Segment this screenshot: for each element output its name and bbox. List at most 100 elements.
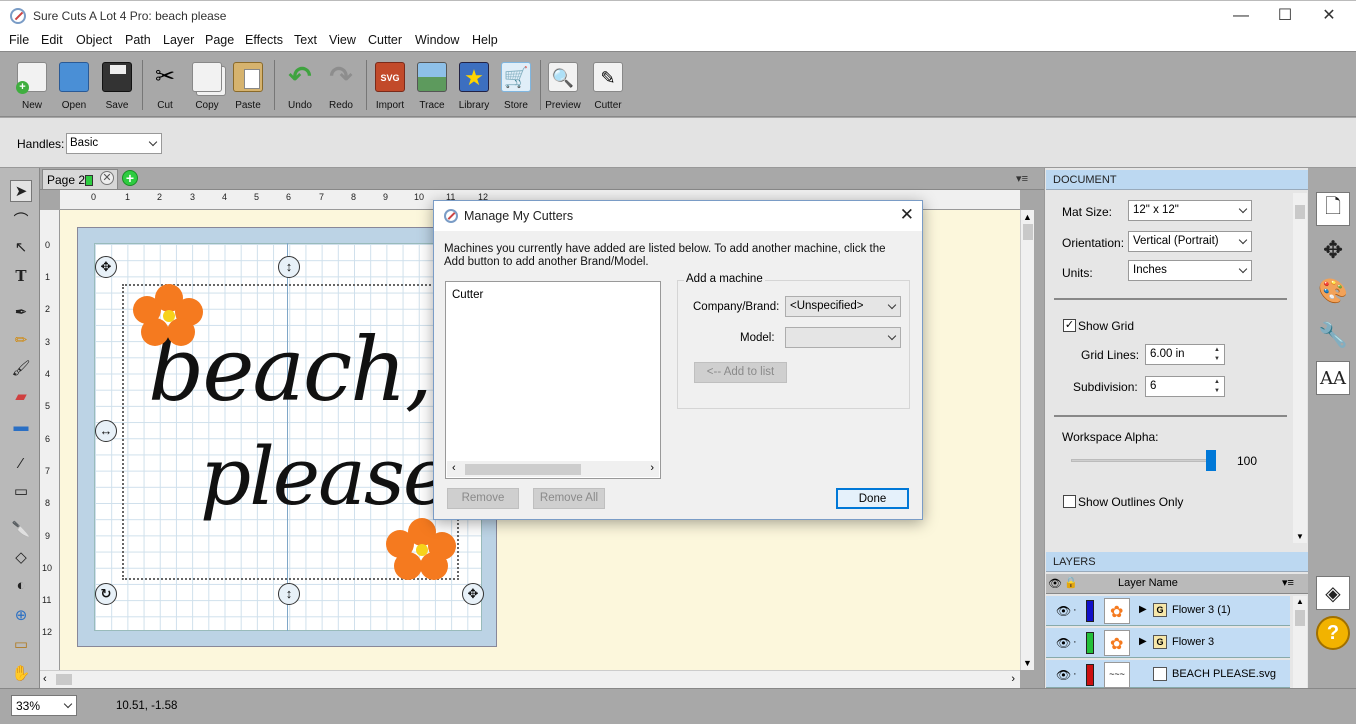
canvas-vertical-scrollbar[interactable]: ▲ ▼ [1020, 210, 1034, 670]
done-button[interactable]: Done [836, 488, 909, 509]
resize-vertical-handle-icon[interactable]: ↕ [278, 583, 300, 605]
lasso-tool-icon[interactable]: ⌒ [10, 208, 32, 230]
flower-artwork[interactable] [386, 518, 458, 580]
menu-path[interactable]: Path [125, 33, 151, 47]
company-brand-select[interactable]: <Unspecified> [785, 296, 901, 317]
list-horizontal-scrollbar[interactable]: ‹ › [447, 461, 659, 477]
alpha-slider-thumb[interactable] [1206, 450, 1216, 471]
eraser-tool-icon[interactable]: ▰ [10, 385, 32, 407]
open-button[interactable]: Open [52, 60, 96, 116]
spin-up-icon[interactable]: ▲ [1211, 378, 1223, 387]
show-grid-checkbox[interactable]: ✓ [1063, 319, 1076, 332]
menu-object[interactable]: Object [76, 33, 112, 47]
zoom-select[interactable]: 33% [11, 695, 77, 716]
library-button[interactable]: ★ Library [452, 60, 496, 116]
visibility-eye-icon[interactable]: 👁 [1056, 668, 1071, 682]
store-button[interactable]: 🛒 Store [494, 60, 538, 116]
close-button[interactable]: ✕ [1306, 1, 1352, 31]
scroll-down-icon[interactable]: ▼ [1023, 658, 1032, 668]
scale-handle-icon[interactable]: ✥ [462, 583, 484, 605]
scrollbar-thumb[interactable] [56, 674, 72, 685]
pen-tool-icon[interactable]: ✒ [10, 301, 32, 323]
show-outlines-checkbox[interactable] [1063, 495, 1076, 508]
menu-file[interactable]: File [9, 33, 29, 47]
measure-tool-icon[interactable]: ▭ [10, 633, 32, 655]
move-arrows-icon[interactable]: ✥ [1316, 233, 1350, 267]
shadow-tool-icon[interactable]: ◐ [10, 574, 32, 596]
layer-row[interactable]: 👁 · ✿ ▶ G Flower 3 (1) [1046, 596, 1290, 626]
hand-tool-icon[interactable]: ✋ [10, 662, 32, 684]
scroll-down-icon[interactable]: ▼ [1296, 532, 1304, 541]
visibility-eye-icon[interactable]: 👁 [1056, 636, 1071, 650]
minimize-button[interactable]: — [1218, 1, 1264, 31]
undo-button[interactable]: ↶ Undo [278, 60, 322, 116]
preview-button[interactable]: 🔍 Preview [541, 60, 585, 116]
page-menu-icon[interactable]: ▾≡ [1016, 172, 1028, 185]
brush-tool-icon[interactable]: 🖌 [10, 357, 32, 379]
rotate-handle-icon[interactable]: ↻ [95, 583, 117, 605]
redo-button[interactable]: ↷ Redo [319, 60, 363, 116]
layer-color-swatch[interactable] [1086, 632, 1094, 654]
resize-horizontal-handle-icon[interactable]: ↔ [95, 420, 117, 442]
menu-page[interactable]: Page [205, 33, 234, 47]
add-page-icon[interactable]: + [122, 170, 138, 186]
layers-scrollbar[interactable]: ▲ [1293, 596, 1307, 688]
expand-arrow-icon[interactable]: ▶ [1139, 604, 1147, 615]
save-button[interactable]: Save [95, 60, 139, 116]
canvas-horizontal-scrollbar[interactable]: ‹ › [40, 670, 1020, 688]
dialog-close-icon[interactable]: ✕ [900, 205, 914, 225]
layers-panel-icon[interactable]: ◈ [1316, 576, 1350, 610]
flower-artwork[interactable] [133, 284, 205, 346]
color-palette-icon[interactable]: 🎨 [1316, 274, 1350, 308]
layer-color-swatch[interactable] [1086, 664, 1094, 686]
model-select[interactable] [785, 327, 901, 348]
grid-lines-input[interactable]: 6.00 in ▲ ▼ [1145, 344, 1225, 365]
resize-vertical-handle-icon[interactable]: ↕ [278, 256, 300, 278]
layer-row[interactable]: 👁 · ✿ ▶ G Flower 3 [1046, 628, 1290, 658]
menu-layer[interactable]: Layer [163, 33, 194, 47]
layer-row[interactable]: 👁 · ~~~ BEACH PLEASE.svg [1046, 660, 1290, 688]
handles-select[interactable]: Basic [66, 133, 162, 154]
scrollbar-thumb[interactable] [1295, 205, 1305, 219]
document-panel-scrollbar[interactable]: ▼ [1293, 193, 1307, 543]
orientation-select[interactable]: Vertical (Portrait) [1128, 231, 1252, 252]
menu-cutter[interactable]: Cutter [368, 33, 402, 47]
list-item[interactable]: Cutter [452, 289, 483, 301]
alpha-slider-track[interactable] [1071, 459, 1215, 462]
menu-view[interactable]: View [329, 33, 356, 47]
scroll-right-icon[interactable]: › [1011, 673, 1015, 685]
document-panel-icon[interactable]: 🗋 [1316, 192, 1350, 226]
menu-effects[interactable]: Effects [245, 33, 283, 47]
remove-all-button[interactable]: Remove All [533, 488, 605, 509]
trace-button[interactable]: Trace [410, 60, 454, 116]
copy-button[interactable]: Copy [185, 60, 229, 116]
spin-down-icon[interactable]: ▼ [1211, 387, 1223, 396]
menu-window[interactable]: Window [415, 33, 459, 47]
zoom-tool-icon[interactable]: ⊕ [10, 604, 32, 626]
scrollbar-thumb[interactable] [1295, 610, 1305, 626]
knife-tool-icon[interactable]: 🔪 [10, 518, 32, 540]
wrench-icon[interactable]: 🔧 [1316, 318, 1350, 352]
cutter-button[interactable]: ✎ Cutter [586, 60, 630, 116]
subdivision-input[interactable]: 6 ▲ ▼ [1145, 376, 1225, 397]
scrollbar-thumb[interactable] [1023, 224, 1033, 240]
scroll-left-icon[interactable]: ‹ [452, 462, 456, 474]
cut-button[interactable]: ✂ Cut [143, 60, 187, 116]
scroll-up-icon[interactable]: ▲ [1023, 212, 1032, 222]
units-select[interactable]: Inches [1128, 260, 1252, 281]
gradient-tool-icon[interactable]: ▭ [10, 480, 32, 502]
text-style-icon[interactable]: AA [1316, 361, 1350, 395]
expand-arrow-icon[interactable]: ▶ [1139, 636, 1147, 647]
spin-down-icon[interactable]: ▼ [1211, 355, 1223, 364]
cutter-list[interactable]: Cutter ‹ › [445, 281, 661, 479]
eyedropper-tool-icon[interactable]: ⁄ [10, 452, 32, 474]
spin-up-icon[interactable]: ▲ [1211, 346, 1223, 355]
new-button[interactable]: + New [10, 60, 54, 116]
layer-color-swatch[interactable] [1086, 600, 1094, 622]
layers-menu-icon[interactable]: ▾≡ [1282, 576, 1294, 589]
maximize-button[interactable]: ☐ [1262, 1, 1308, 31]
pencil-tool-icon[interactable]: ✏ [10, 329, 32, 351]
transform-tool-icon[interactable]: ◇ [10, 546, 32, 568]
scale-handle-icon[interactable]: ✥ [95, 256, 117, 278]
close-page-icon[interactable]: ✕ [100, 171, 114, 185]
